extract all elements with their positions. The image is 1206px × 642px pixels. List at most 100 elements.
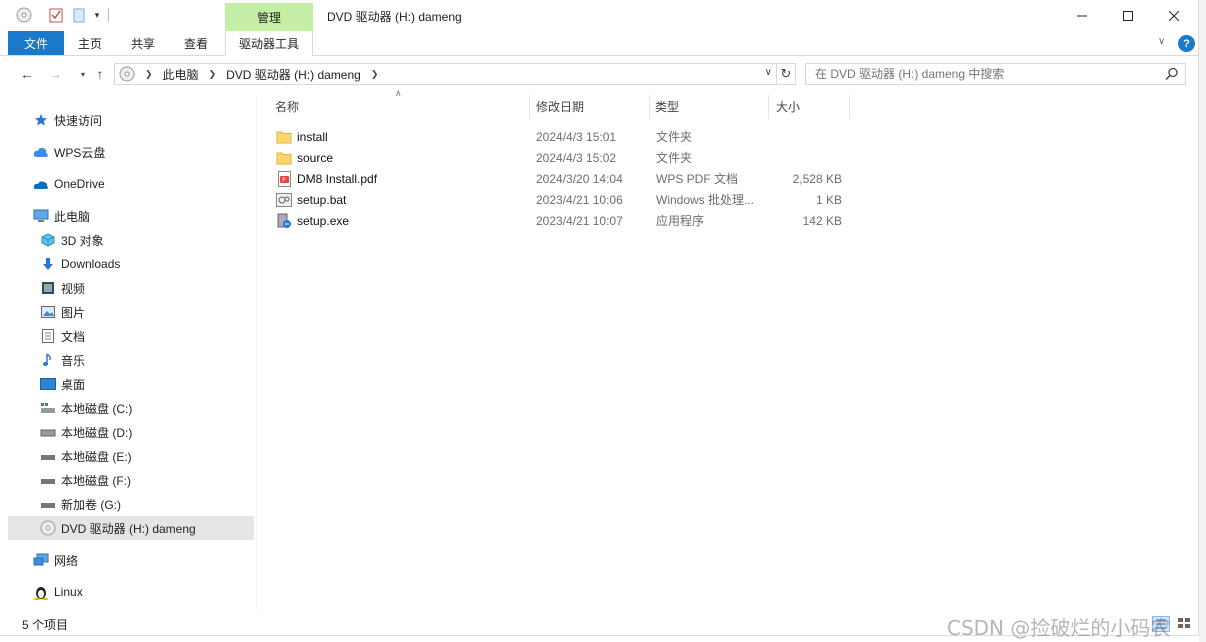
file-size: 1 KB — [815, 192, 842, 207]
explorer-window: ▾ 管理 DVD 驱动器 (H:) dameng 文件 主页 共享 查看 驱动器… — [0, 0, 1199, 636]
column-divider[interactable] — [529, 95, 530, 119]
file-type: Windows 批处理... — [656, 193, 755, 207]
setup-exe-icon — [276, 213, 292, 229]
computer-icon — [33, 208, 49, 224]
file-type: 文件夹 — [656, 151, 693, 165]
sidebar-item-label: 新加卷 (G:) — [61, 497, 121, 512]
sidebar-item-label: 文档 — [61, 329, 86, 344]
ribbon-tabs: 文件 主页 共享 查看 驱动器工具 ∨ ? — [0, 31, 1199, 56]
sidebar-item-drive-f[interactable]: 本地磁盘 (F:) — [8, 468, 254, 492]
star-icon — [33, 112, 49, 128]
sidebar-item-wps-cloud[interactable]: WPS云盘 — [8, 140, 254, 164]
address-bar[interactable]: ❯ 此电脑 ❯ DVD 驱动器 (H:) dameng ❯ ∨ — [114, 63, 777, 85]
sidebar-item-label: Linux — [54, 585, 83, 599]
sidebar-item-drive-g[interactable]: 新加卷 (G:) — [8, 492, 254, 516]
sidebar-item-label: 本地磁盘 (C:) — [61, 401, 133, 416]
sidebar-item-label: 图片 — [61, 305, 86, 320]
search-icon[interactable] — [1165, 67, 1179, 84]
breadcrumb-this-pc[interactable]: 此电脑 — [163, 66, 199, 83]
sidebar-item-network[interactable]: 网络 — [8, 548, 254, 572]
background-window-edge — [1199, 0, 1206, 642]
sidebar-item-3d-objects[interactable]: 3D 对象 — [8, 228, 254, 252]
column-divider[interactable] — [649, 95, 650, 119]
drive-icon — [40, 400, 56, 416]
sidebar-item-downloads[interactable]: Downloads — [8, 252, 254, 276]
file-row[interactable]: source 2024/4/3 15:02 文件夹 — [272, 147, 850, 168]
column-divider[interactable] — [849, 95, 850, 119]
file-date: 2023/4/21 10:06 — [536, 192, 623, 207]
download-icon — [40, 256, 56, 272]
column-header-date[interactable]: 修改日期 — [532, 95, 648, 117]
refresh-icon[interactable]: ↻ — [777, 63, 796, 85]
sidebar-item-drive-e[interactable]: 本地磁盘 (E:) — [8, 444, 254, 468]
help-icon[interactable]: ? — [1178, 35, 1195, 52]
document-icon — [40, 328, 56, 344]
file-row[interactable]: install 2024/4/3 15:01 文件夹 — [272, 126, 850, 147]
breadcrumb-dvd-drive[interactable]: DVD 驱动器 (H:) dameng — [226, 66, 361, 83]
video-icon — [40, 280, 56, 296]
tab-drive-tools[interactable]: 驱动器工具 — [225, 31, 313, 56]
tab-file[interactable]: 文件 — [8, 31, 64, 55]
breadcrumb-chevron-icon[interactable]: ❯ — [209, 69, 217, 80]
sidebar-item-onedrive[interactable]: OneDrive — [8, 172, 254, 196]
breadcrumb-chevron-icon[interactable]: ❯ — [145, 69, 153, 80]
sidebar-item-label: 本地磁盘 (D:) — [61, 425, 133, 440]
search-input[interactable] — [806, 64, 1156, 84]
sidebar-item-drive-c[interactable]: 本地磁盘 (C:) — [8, 396, 254, 420]
customize-toolbar-icon[interactable]: ▾ — [92, 6, 102, 24]
sidebar-item-label: 视频 — [61, 281, 86, 296]
file-row[interactable]: setup.bat 2023/4/21 10:06 Windows 批处理...… — [272, 189, 850, 210]
search-box[interactable] — [805, 63, 1186, 85]
dvd-disc-icon[interactable] — [15, 6, 33, 24]
sidebar-item-desktop[interactable]: 桌面 — [8, 372, 254, 396]
file-type: 应用程序 — [656, 214, 705, 228]
cloud-icon — [33, 144, 49, 160]
column-header-size[interactable]: 大小 — [772, 95, 848, 117]
sidebar-item-quick-access[interactable]: 快速访问 — [8, 108, 254, 132]
close-button[interactable] — [1151, 0, 1197, 31]
maximize-button[interactable] — [1105, 0, 1151, 31]
pane-divider[interactable] — [256, 95, 257, 610]
sidebar-item-dvd-drive[interactable]: DVD 驱动器 (H:) dameng — [8, 516, 254, 540]
file-size — [772, 147, 842, 168]
sidebar-item-label: 本地磁盘 (F:) — [61, 473, 131, 488]
svg-text:P: P — [282, 177, 286, 184]
column-divider[interactable] — [768, 95, 769, 119]
column-header-name[interactable]: 名称 — [271, 95, 529, 117]
sidebar-item-drive-d[interactable]: 本地磁盘 (D:) — [8, 420, 254, 444]
folder-icon — [276, 129, 292, 145]
minimize-button[interactable] — [1059, 0, 1105, 31]
sidebar-item-this-pc[interactable]: 此电脑 — [8, 204, 254, 228]
address-dropdown-icon[interactable]: ∨ — [765, 67, 772, 78]
manage-context-tab[interactable]: 管理 — [225, 3, 313, 31]
sidebar-item-pictures[interactable]: 图片 — [8, 300, 254, 324]
tab-view[interactable]: 查看 — [172, 31, 220, 55]
column-header-type[interactable]: 类型 — [651, 95, 767, 117]
sidebar-item-documents[interactable]: 文档 — [8, 324, 254, 348]
large-icons-view-icon[interactable] — [1176, 616, 1194, 632]
sidebar-item-linux[interactable]: Linux — [8, 580, 254, 604]
file-row[interactable]: P DM8 Install.pdf 2024/3/20 14:04 WPS PD… — [272, 168, 850, 189]
forward-arrow-icon[interactable]: → — [45, 64, 65, 84]
sidebar-item-music[interactable]: 音乐 — [8, 348, 254, 372]
sidebar-item-label: WPS云盘 — [54, 145, 106, 160]
file-size — [772, 126, 842, 147]
properties-icon[interactable] — [48, 6, 64, 24]
expand-ribbon-icon[interactable]: ∨ — [1158, 36, 1165, 47]
up-arrow-icon[interactable]: ↑ — [90, 64, 110, 84]
file-row[interactable]: setup.exe 2023/4/21 10:07 应用程序 142 KB — [272, 210, 850, 231]
tab-share[interactable]: 共享 — [118, 31, 168, 55]
drive-icon — [40, 496, 56, 512]
sidebar-item-label: 音乐 — [61, 353, 86, 368]
drive-icon — [40, 424, 56, 440]
new-folder-icon[interactable] — [72, 6, 86, 24]
breadcrumb-chevron-icon[interactable]: ❯ — [371, 69, 379, 80]
music-icon — [40, 352, 56, 368]
tab-home[interactable]: 主页 — [66, 31, 114, 55]
file-date: 2023/4/21 10:07 — [536, 213, 623, 228]
file-date: 2024/3/20 14:04 — [536, 171, 623, 186]
window-title: DVD 驱动器 (H:) dameng — [327, 10, 462, 24]
back-arrow-icon[interactable]: ← — [17, 64, 37, 84]
sidebar-item-videos[interactable]: 视频 — [8, 276, 254, 300]
batch-file-icon — [276, 192, 292, 208]
